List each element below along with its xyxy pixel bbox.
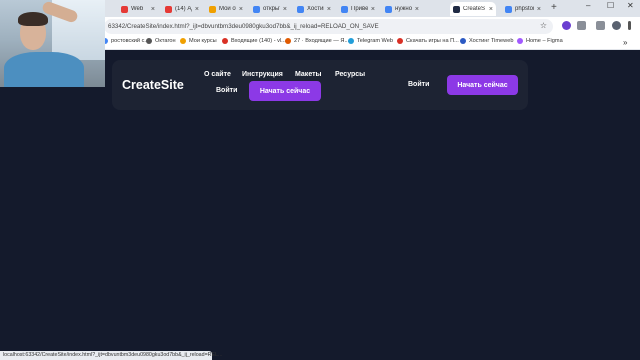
tab-favicon-icon [165, 5, 172, 13]
browser-tab[interactable]: Хостинг × [294, 2, 334, 16]
tab-title: Мой отз... [219, 6, 236, 12]
start-now-button-wrapped[interactable]: Начать сейчас [249, 81, 321, 101]
login-link-wrapped[interactable]: Войти [216, 87, 237, 94]
profile-avatar-icon[interactable] [612, 21, 621, 30]
maximize-button[interactable]: ☐ [607, 2, 614, 10]
bookmark-favicon-icon [397, 38, 403, 44]
tab-title: открытк... [263, 6, 280, 12]
browser-tab[interactable]: Мой отз... × [206, 2, 246, 16]
bookmark-item[interactable]: Home – Figma [517, 38, 563, 44]
browser-tab[interactable]: phpstor... × [502, 2, 544, 16]
tab-close-icon[interactable]: × [151, 6, 155, 13]
bookmark-item[interactable]: 27 · Входящие — Я... [285, 38, 349, 44]
minimize-button[interactable]: – [586, 2, 590, 10]
bookmark-label: 27 · Входящие — Я... [294, 38, 350, 44]
webcam-person-hair [18, 12, 48, 26]
site-logo[interactable]: CreateSite [122, 78, 184, 92]
bookmark-item[interactable]: Октагон [146, 38, 176, 44]
tab-close-icon[interactable]: × [327, 6, 331, 13]
tab-favicon-icon [341, 5, 348, 13]
new-tab-button[interactable]: + [551, 3, 557, 13]
tab-close-icon[interactable]: × [239, 6, 243, 13]
address-bar[interactable]: 63342/CreateSite/index.html?_ijt=dbvuntb… [104, 19, 553, 34]
browser-tab-active[interactable]: CreateS × [450, 2, 496, 16]
figma-icon [517, 38, 523, 44]
tab-title: Привет... [351, 6, 368, 12]
tab-close-icon[interactable]: × [371, 6, 375, 13]
status-bar: localhost:63342/CreateSite/index.html?_i… [0, 351, 222, 360]
address-url[interactable]: 63342/CreateSite/index.html?_ijt=dbvuntb… [108, 23, 379, 30]
tab-close-icon[interactable]: × [489, 6, 493, 13]
bookmark-label: Входящие (140) - vl... [231, 38, 286, 44]
tab-favicon-icon [453, 5, 460, 13]
tab-favicon-icon [297, 5, 304, 13]
close-window-button[interactable]: ✕ [627, 2, 634, 10]
tab-title: Хостинг [307, 6, 324, 12]
tab-favicon-icon [505, 5, 512, 13]
bookmark-label: Telegram Web [357, 38, 393, 44]
status-url: localhost:63342/CreateSite/index.html?_i… [3, 352, 223, 358]
browser-tab[interactable]: Web × [118, 2, 158, 16]
browser-tab[interactable]: Привет... × [338, 2, 378, 16]
tab-close-icon[interactable]: × [537, 6, 541, 13]
bookmark-item[interactable]: Входящие (140) - vl... [222, 38, 286, 44]
more-bookmarks-icon[interactable]: » [623, 38, 627, 47]
start-now-button[interactable]: Начать сейчас [447, 75, 518, 95]
nav-link-resources[interactable]: Ресурсы [335, 71, 365, 78]
bookmark-label: Home – Figma [526, 38, 563, 44]
bookmark-label: Скачать игры на П... [406, 38, 459, 44]
browser-tab[interactable]: открытк... × [250, 2, 290, 16]
bookmark-favicon-icon [180, 38, 186, 44]
bookmark-favicon-icon [460, 38, 466, 44]
bookmark-label: Мои курсы [189, 38, 217, 44]
browser-tab[interactable]: (14) Ад... × [162, 2, 202, 16]
bookmark-label: ростовский с... [111, 38, 150, 44]
extensions-puzzle-icon[interactable] [577, 21, 586, 30]
bookmark-item[interactable]: ростовский с... [102, 38, 149, 44]
bookmark-item[interactable]: Мои курсы [180, 38, 217, 44]
tab-title: phpstor... [515, 6, 534, 12]
bookmark-favicon-icon [222, 38, 228, 44]
bookmark-label: Хостинг Timeweb [469, 38, 514, 44]
browser-tab[interactable]: нужно т... × [382, 2, 422, 16]
tab-close-icon[interactable]: × [283, 6, 287, 13]
reading-list-icon[interactable] [596, 21, 605, 30]
tab-favicon-icon [253, 5, 260, 13]
bookmark-item[interactable]: Telegram Web [348, 38, 393, 44]
bookmark-item[interactable]: Скачать игры на П... [397, 38, 459, 44]
bookmark-favicon-icon [146, 38, 152, 44]
login-link[interactable]: Войти [408, 81, 429, 88]
bookmark-favicon-icon [285, 38, 291, 44]
nav-link-templates[interactable]: Макеты [295, 71, 322, 78]
tab-title: Web [131, 6, 144, 12]
nav-link-instructions[interactable]: Инструкция [242, 71, 283, 78]
tab-title: CreateS [463, 6, 486, 12]
bookmark-item[interactable]: Хостинг Timeweb [460, 38, 513, 44]
browser-menu-icon[interactable] [628, 21, 631, 30]
telegram-icon [348, 38, 354, 44]
tab-title: (14) Ад... [175, 6, 192, 12]
tab-close-icon[interactable]: × [195, 6, 199, 13]
tab-close-icon[interactable]: × [415, 6, 419, 13]
webcam-person-shirt [4, 52, 84, 87]
webcam-overlay [0, 0, 105, 87]
tab-favicon-icon [385, 5, 392, 13]
tab-title: нужно т... [395, 6, 412, 12]
tab-favicon-icon [121, 5, 128, 13]
profile-extension-icon[interactable] [562, 21, 571, 30]
bookmark-label: Октагон [155, 38, 176, 44]
tab-favicon-icon [209, 5, 216, 13]
bookmark-star-icon[interactable]: ☆ [540, 21, 547, 30]
nav-link-about[interactable]: О сайте [204, 71, 231, 78]
